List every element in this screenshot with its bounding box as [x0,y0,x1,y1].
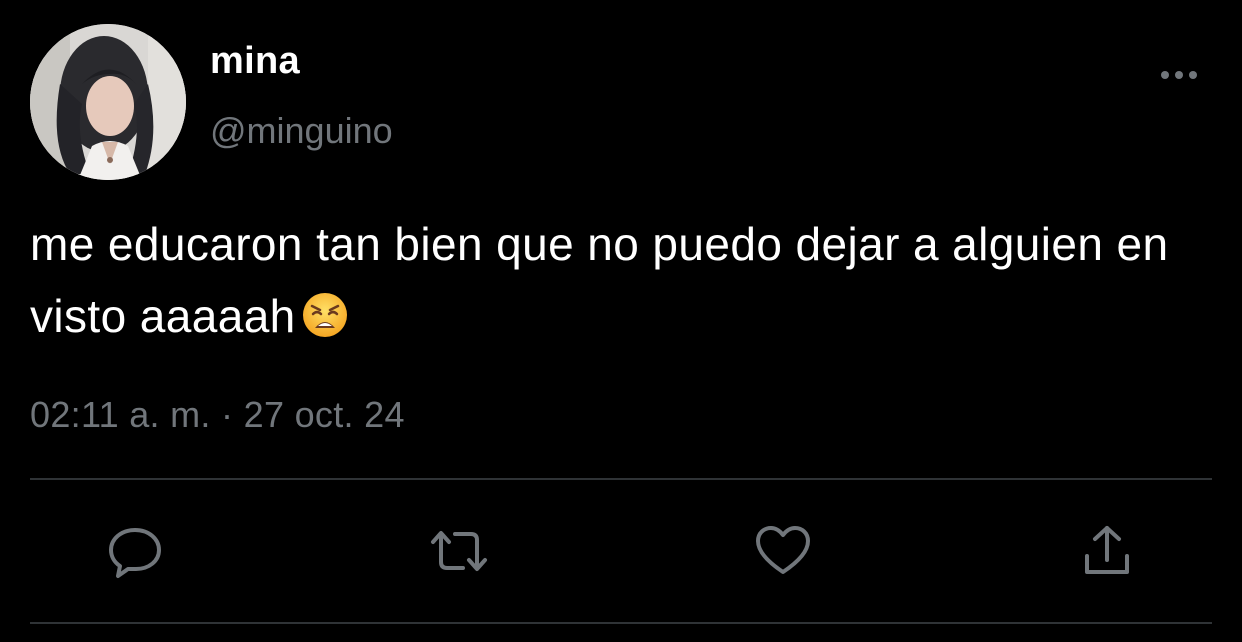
retweet-icon [427,522,491,585]
weary-face-emoji-icon [302,286,348,358]
display-name[interactable]: mina [210,40,300,83]
avatar[interactable] [30,24,186,180]
retweet-button[interactable] [428,524,490,582]
more-options-icon[interactable] [1154,58,1204,92]
tweet-time: 02:11 a. m. [30,394,211,435]
like-button[interactable] [752,524,814,582]
avatar-image [30,24,186,180]
tweet-detail: mina @minguino me educaron tan bien que … [0,0,1242,642]
tweet-text: me educaron tan bien que no puedo dejar … [30,208,1210,358]
tweet-date: 27 oct. 24 [243,394,405,435]
tweet-text-content: me educaron tan bien que no puedo dejar … [30,218,1169,342]
reply-button[interactable] [104,524,166,582]
reply-icon [106,522,164,585]
username-handle[interactable]: @minguino [210,110,393,152]
meta-separator: · [221,394,234,435]
tweet-timestamp[interactable]: 02:11 a. m. · 27 oct. 24 [30,394,405,436]
actions-divider-top [30,478,1212,480]
share-icon [1078,522,1136,585]
share-button[interactable] [1076,524,1138,582]
actions-divider-bottom [30,622,1212,624]
like-icon [753,522,813,585]
